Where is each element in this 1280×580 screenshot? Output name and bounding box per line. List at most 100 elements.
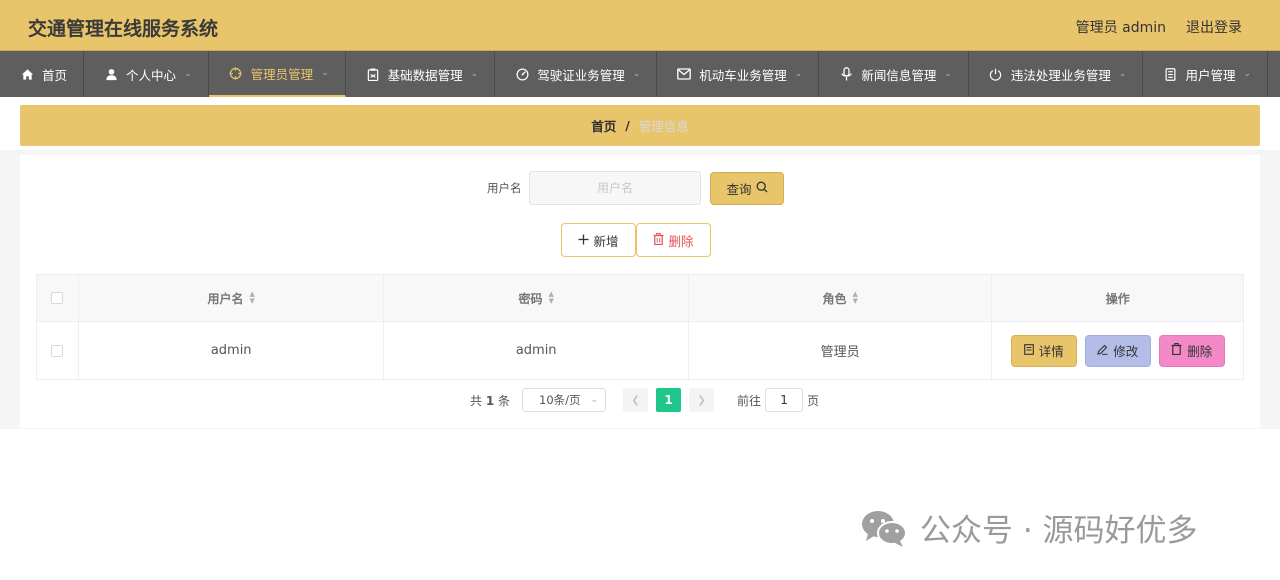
column-title: 密码 xyxy=(518,291,543,306)
chevron-down-icon: ⌄ xyxy=(944,69,952,79)
query-button-label: 查询 xyxy=(726,181,752,197)
header-user-area: 管理员 admin 退出登录 xyxy=(1076,17,1242,37)
page-size-value: 10条/页 xyxy=(539,393,581,407)
clipboard-icon xyxy=(366,67,380,81)
cell-password: admin xyxy=(384,322,689,379)
user-icon xyxy=(104,67,118,81)
batch-delete-button[interactable]: 删除 xyxy=(636,223,711,257)
breadcrumb-home[interactable]: 首页 xyxy=(591,116,616,135)
home-icon xyxy=(20,67,34,81)
chevron-down-icon: ⌄ xyxy=(1243,69,1252,79)
breadcrumb-current: 管理信息 xyxy=(638,119,689,134)
header-role[interactable]: 角色 ▲ ▼ xyxy=(689,275,993,321)
edit-icon xyxy=(1097,343,1108,358)
search-form: 用户名 查询 xyxy=(487,171,784,205)
pagination: 共 1 条 10条/页 ⌄ ❮ 1 ❯ 前往 页 xyxy=(470,388,819,412)
current-user-label: 管理员 admin xyxy=(1075,20,1166,36)
chevron-right-icon: ❯ xyxy=(697,394,706,406)
delete-button-label: 删除 xyxy=(668,233,694,249)
breadcrumb: 首页 / 管理信息 xyxy=(20,105,1260,146)
nav-label: 基础数据管理 xyxy=(387,67,463,83)
chevron-down-icon: ⌄ xyxy=(470,69,479,79)
total-suffix: 条 xyxy=(498,393,511,408)
row-delete-button[interactable]: 删除 xyxy=(1158,334,1225,367)
nav-label: 机动车业务管理 xyxy=(699,67,787,83)
header-actions: 操作 xyxy=(992,275,1243,321)
goto-page-input[interactable] xyxy=(765,388,804,412)
action-buttons: 新增 删除 xyxy=(561,223,711,257)
nav-label: 新闻信息管理 xyxy=(861,67,937,83)
next-page-button[interactable]: ❯ xyxy=(689,388,715,412)
nav-label: 管理员管理 xyxy=(250,66,314,82)
cell-actions: 详情 修改 删除 xyxy=(992,322,1243,379)
cell-role: 管理员 xyxy=(689,322,993,379)
nav-label: 驾驶证业务管理 xyxy=(537,67,625,83)
table-header: 用户名 ▲ ▼ 密码 ▲ ▼ 角色 ▲ ▼ 操作 xyxy=(37,275,1243,322)
prev-page-button[interactable]: ❮ xyxy=(623,388,649,412)
chevron-down-icon: ⌄ xyxy=(590,395,599,405)
header-username[interactable]: 用户名 ▲ ▼ xyxy=(79,275,385,321)
chevron-down-icon: ⌄ xyxy=(184,69,192,79)
gauge-icon xyxy=(515,67,529,81)
goto-suffix: 页 xyxy=(807,393,820,408)
row-checkbox[interactable] xyxy=(51,344,64,357)
breadcrumb-separator: / xyxy=(625,118,630,133)
edit-button-label: 修改 xyxy=(1113,344,1139,359)
nav-label: 个人中心 xyxy=(126,67,177,83)
power-icon xyxy=(989,67,1003,81)
detail-button[interactable]: 详情 xyxy=(1010,334,1077,367)
table-row: admin admin 管理员 详情 修改 删除 xyxy=(37,322,1243,379)
column-title: 用户名 xyxy=(207,291,244,306)
total-prefix: 共 xyxy=(470,393,483,408)
chevron-left-icon: ❮ xyxy=(631,394,640,406)
logout-link[interactable]: 退出登录 xyxy=(1186,17,1242,37)
nav-item-profile[interactable]: 个人中心 ⌄ xyxy=(84,51,209,97)
nav-item-vehicle-business[interactable]: 机动车业务管理 ⌄ xyxy=(657,51,820,97)
row-select-cell xyxy=(37,322,79,379)
page-size-select[interactable]: 10条/页 ⌄ xyxy=(522,388,607,412)
chevron-down-icon: ⌄ xyxy=(1118,69,1127,79)
trash-icon xyxy=(653,232,664,248)
total-count: 1 xyxy=(485,393,495,408)
header-password[interactable]: 密码 ▲ ▼ xyxy=(384,275,689,321)
edit-button[interactable]: 修改 xyxy=(1084,334,1151,367)
chevron-down-icon: ⌄ xyxy=(794,69,803,79)
file-icon xyxy=(1023,343,1034,358)
query-button[interactable]: 查询 xyxy=(710,171,784,205)
nav-label: 用户管理 xyxy=(1185,67,1236,83)
search-icon xyxy=(756,181,768,196)
nav-item-user-management[interactable]: 用户管理 ⌄ xyxy=(1143,51,1269,97)
admin-table: 用户名 ▲ ▼ 密码 ▲ ▼ 角色 ▲ ▼ 操作 admin admin 管理员 详情 xyxy=(36,274,1244,380)
page-jump: 前往 页 xyxy=(737,388,819,412)
sort-icon[interactable]: ▲ ▼ xyxy=(853,291,858,305)
add-button-label: 新增 xyxy=(593,233,619,249)
add-button[interactable]: 新增 xyxy=(561,223,636,257)
sort-icon[interactable]: ▲ ▼ xyxy=(549,291,554,305)
nav-item-admin-management[interactable]: 管理员管理 ⌄ xyxy=(208,51,346,97)
app-title: 交通管理在线服务系统 xyxy=(28,18,219,40)
top-header: 交通管理在线服务系统 管理员 admin 退出登录 xyxy=(0,0,1280,51)
sort-icon[interactable]: ▲ ▼ xyxy=(250,291,255,305)
watermark-text: 公众号 · 源码好优多 xyxy=(920,513,1198,549)
chevron-down-icon: ⌄ xyxy=(321,68,329,78)
column-title: 操作 xyxy=(1105,291,1130,306)
plus-icon xyxy=(578,233,589,248)
nav-item-basic-data[interactable]: 基础数据管理 ⌄ xyxy=(346,51,496,97)
trash-icon xyxy=(1171,342,1182,358)
nav-item-license-business[interactable]: 驾驶证业务管理 ⌄ xyxy=(495,51,658,97)
nav-item-news[interactable]: 新闻信息管理 ⌄ xyxy=(819,51,969,97)
cell-username: admin xyxy=(79,322,385,379)
column-title: 角色 xyxy=(822,291,847,306)
microphone-icon xyxy=(839,67,853,81)
mail-icon xyxy=(677,67,692,81)
nav-label: 违法处理业务管理 xyxy=(1010,67,1111,83)
page-number-current[interactable]: 1 xyxy=(656,388,682,412)
select-all-checkbox[interactable] xyxy=(51,292,64,304)
row-delete-button-label: 删除 xyxy=(1187,344,1213,359)
header-select-cell xyxy=(37,275,79,321)
main-nav: 首页 个人中心 ⌄ 管理员管理 ⌄ 基础数据管理 ⌄ 驾驶证业务管理 ⌄ 机动车… xyxy=(0,51,1280,97)
nav-item-home[interactable]: 首页 xyxy=(0,51,85,97)
detail-button-label: 详情 xyxy=(1038,344,1064,359)
username-search-input[interactable] xyxy=(529,171,701,205)
nav-item-violation-business[interactable]: 违法处理业务管理 ⌄ xyxy=(969,51,1144,97)
